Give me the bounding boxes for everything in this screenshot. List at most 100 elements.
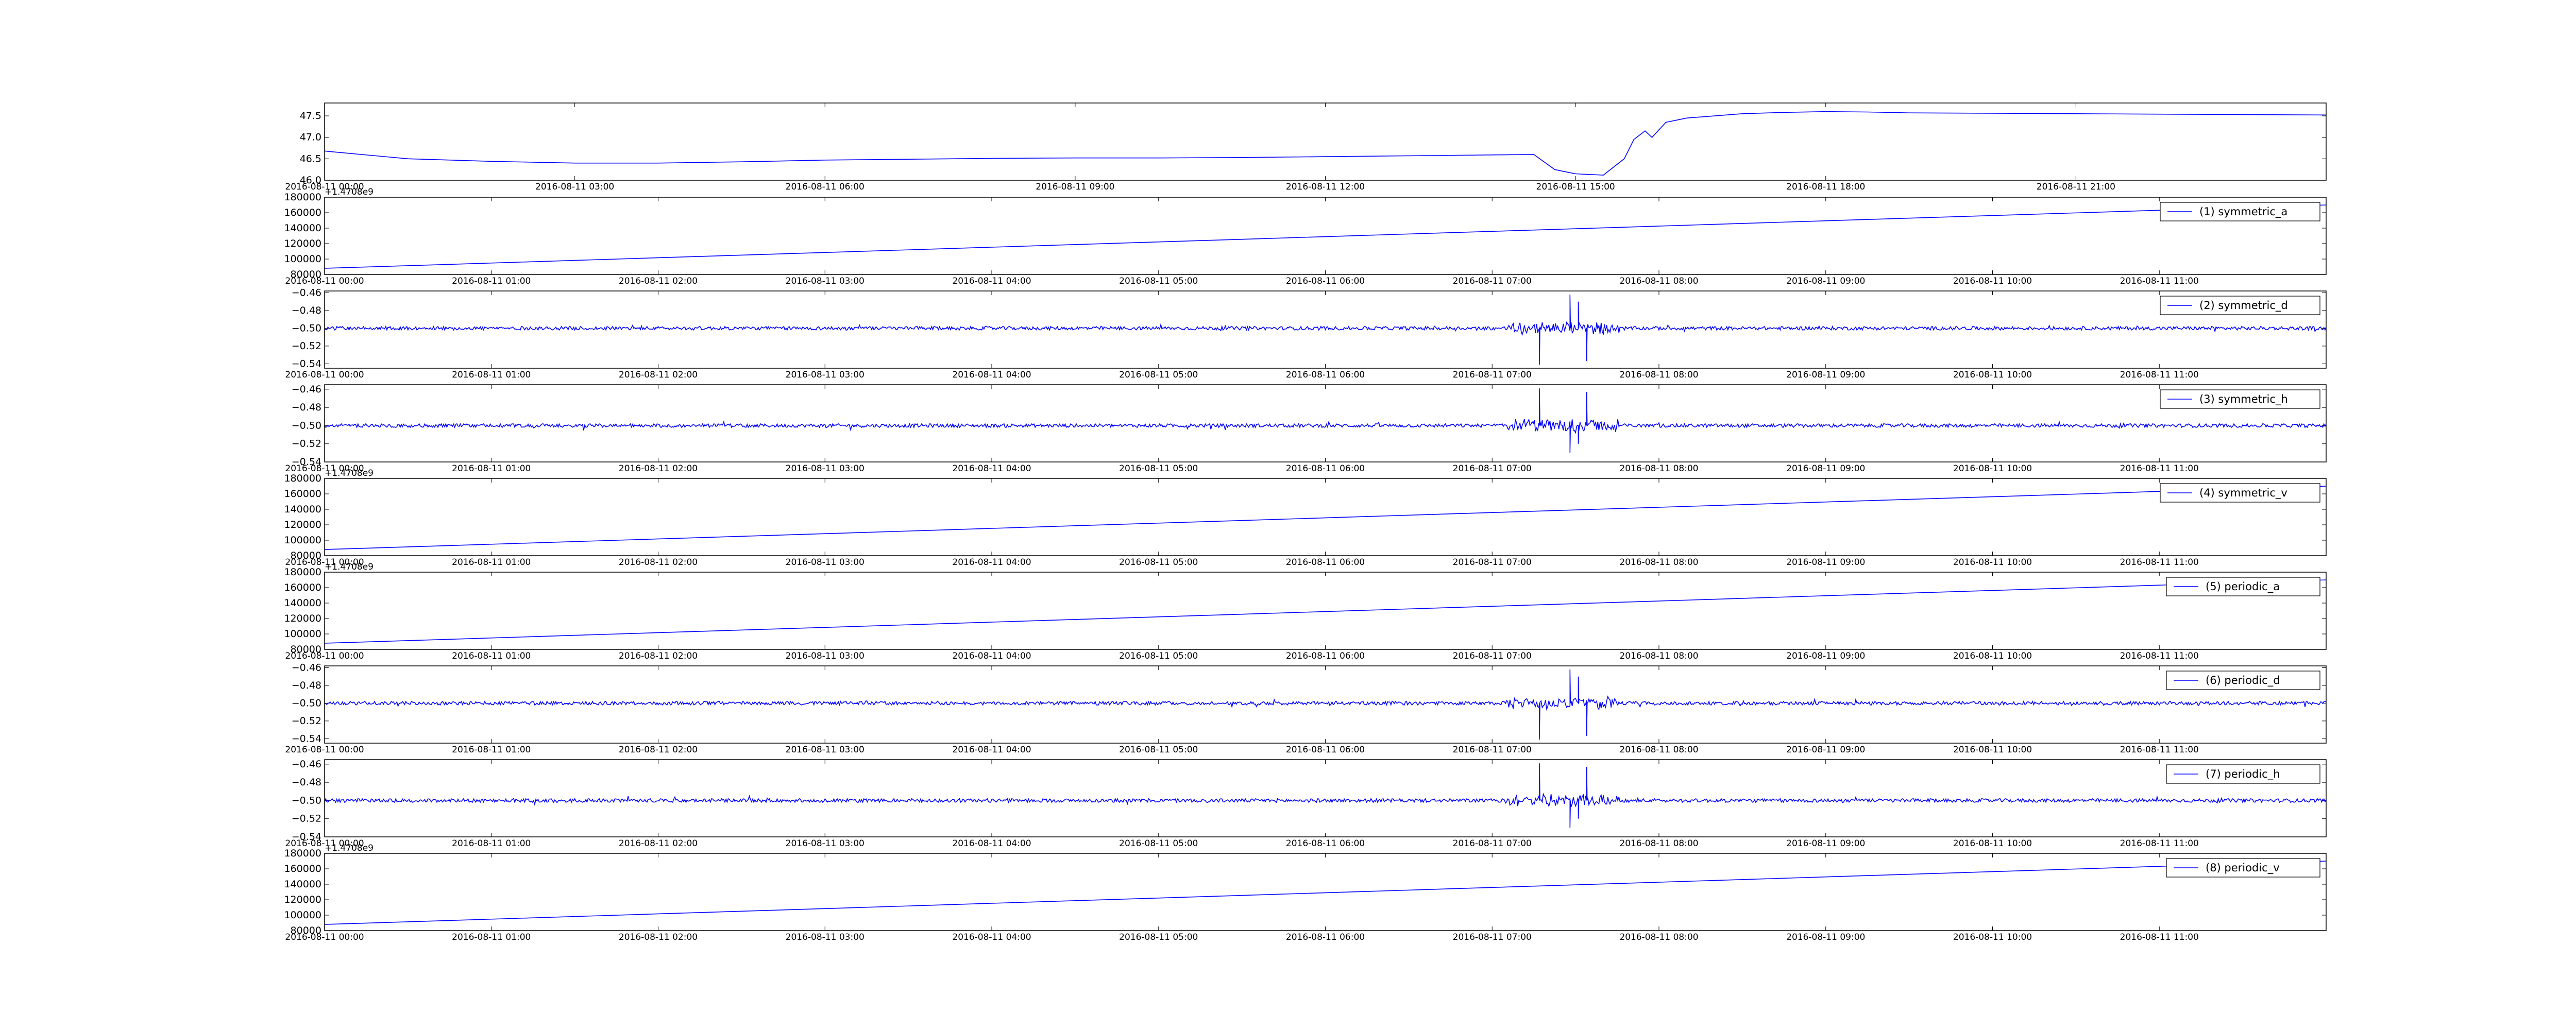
x-tick-label: 2016-08-11 01:00 xyxy=(452,745,531,755)
y-tick-label: 100000 xyxy=(284,628,321,640)
legend-label: (4) symmetric_v xyxy=(2199,487,2287,500)
x-tick-label: 2016-08-11 04:00 xyxy=(952,932,1031,942)
x-tick-label: 2016-08-11 02:00 xyxy=(619,838,698,849)
y-tick-label: 180000 xyxy=(284,473,321,484)
legend: (5) periodic_a xyxy=(2166,577,2320,596)
y-tick-label: 100000 xyxy=(284,535,321,546)
x-tick-label: 2016-08-11 01:00 xyxy=(452,838,531,849)
legend: (3) symmetric_h xyxy=(2160,389,2320,409)
x-tick-label: 2016-08-11 10:00 xyxy=(1953,464,2032,474)
series-line-1-symmetric-a xyxy=(325,204,2326,269)
x-tick-label: 2016-08-11 03:00 xyxy=(786,276,865,286)
y-tick-label: −0.50 xyxy=(292,322,321,334)
y-tick-label: 120000 xyxy=(284,894,321,905)
legend: (8) periodic_v xyxy=(2166,858,2320,878)
y-tick-label: −0.50 xyxy=(292,420,321,431)
y-tick-label: −0.46 xyxy=(292,662,321,673)
x-tick-label: 2016-08-11 08:00 xyxy=(1619,651,1698,661)
x-tick-label: 2016-08-11 06:00 xyxy=(1286,464,1365,474)
x-tick-label: 2016-08-11 06:00 xyxy=(1286,932,1365,942)
y-tick-label: −0.48 xyxy=(292,305,321,316)
x-tick-label: 2016-08-11 04:00 xyxy=(952,838,1031,849)
y-tick-label: −0.52 xyxy=(292,340,321,352)
y-tick-label: −0.48 xyxy=(292,680,321,691)
x-tick-label: 2016-08-11 03:00 xyxy=(786,370,865,380)
panel-2: 800001000001200001400001600001800002016-… xyxy=(284,187,2327,286)
y-tick-label: 160000 xyxy=(284,207,321,218)
x-tick-label: 2016-08-11 08:00 xyxy=(1619,557,1698,568)
legend: (1) symmetric_a xyxy=(2160,202,2320,221)
legend-label: (8) periodic_v xyxy=(2206,862,2280,874)
x-tick-label: 2016-08-11 06:00 xyxy=(1286,745,1365,755)
series-line-8-periodic-v xyxy=(325,861,2326,925)
legend: (2) symmetric_d xyxy=(2160,296,2320,315)
x-tick-label: 2016-08-11 05:00 xyxy=(1119,838,1198,849)
x-tick-label: 2016-08-11 08:00 xyxy=(1619,370,1698,380)
x-tick-label: 2016-08-11 04:00 xyxy=(952,745,1031,755)
x-tick-label: 2016-08-11 02:00 xyxy=(619,464,698,474)
y-tick-label: −0.48 xyxy=(292,402,321,413)
y-tick-label: 140000 xyxy=(284,222,321,234)
axes-frame xyxy=(324,853,2327,931)
x-tick-label: 2016-08-11 11:00 xyxy=(2120,557,2199,568)
legend-label: (1) symmetric_a xyxy=(2199,205,2287,218)
x-tick-label: 2016-08-11 07:00 xyxy=(1453,838,1532,849)
y-tick-label: 160000 xyxy=(284,863,321,874)
y-tick-label: −0.54 xyxy=(292,358,321,369)
x-tick-label: 2016-08-11 07:00 xyxy=(1453,276,1532,286)
x-tick-label: 2016-08-11 10:00 xyxy=(1953,651,2032,661)
series-line-6-periodic-d xyxy=(325,669,2326,740)
x-tick-label: 2016-08-11 04:00 xyxy=(952,370,1031,380)
x-tick-label: 2016-08-11 05:00 xyxy=(1119,651,1198,661)
x-tick-label: 2016-08-11 02:00 xyxy=(619,557,698,568)
x-tick-label: 2016-08-11 09:00 xyxy=(1786,651,1865,661)
x-tick-label: 2016-08-11 08:00 xyxy=(1619,745,1698,755)
x-tick-label: 2016-08-11 02:00 xyxy=(619,276,698,286)
legend-label: (5) periodic_a xyxy=(2206,580,2280,593)
x-tick-label: 2016-08-11 02:00 xyxy=(619,745,698,755)
series-line-7-periodic-h xyxy=(325,763,2326,828)
panel-9: 800001000001200001400001600001800002016-… xyxy=(284,843,2327,942)
y-tick-label: 160000 xyxy=(284,582,321,593)
x-tick-label: 2016-08-11 06:00 xyxy=(1286,838,1365,849)
x-tick-label: 2016-08-11 07:00 xyxy=(1453,557,1532,568)
axis-offset-label: +1.4708e9 xyxy=(325,843,374,853)
panel-6: 800001000001200001400001600001800002016-… xyxy=(284,562,2327,661)
y-tick-label: −0.52 xyxy=(292,715,321,727)
y-tick-label: −0.52 xyxy=(292,813,321,825)
x-tick-label: 2016-08-11 09:00 xyxy=(1786,745,1865,755)
x-tick-label: 2016-08-11 11:00 xyxy=(2120,276,2199,286)
x-tick-label: 2016-08-11 01:00 xyxy=(452,464,531,474)
y-tick-label: −0.52 xyxy=(292,438,321,450)
legend: (4) symmetric_v xyxy=(2160,483,2320,503)
x-tick-label: 2016-08-11 10:00 xyxy=(1953,276,2032,286)
x-tick-label: 2016-08-11 10:00 xyxy=(1953,557,2032,568)
x-tick-label: 2016-08-11 04:00 xyxy=(952,276,1031,286)
series-line-5-periodic-a xyxy=(325,579,2326,644)
x-tick-label: 2016-08-11 03:00 xyxy=(786,745,865,755)
x-tick-label: 2016-08-11 01:00 xyxy=(452,276,531,286)
y-tick-label: −0.54 xyxy=(292,733,321,744)
series-line-4-symmetric-v xyxy=(325,486,2326,550)
axes-frame xyxy=(324,478,2327,556)
legend-label: (7) periodic_h xyxy=(2206,768,2280,781)
x-tick-label: 2016-08-11 10:00 xyxy=(1953,932,2032,942)
x-tick-label: 2016-08-11 04:00 xyxy=(952,464,1031,474)
x-tick-label: 2016-08-11 06:00 xyxy=(786,182,865,192)
axes-frame xyxy=(324,572,2327,650)
panel-1: 46.046.547.047.52016-08-11 00:00 2016-08-… xyxy=(285,102,2327,192)
panel-8: −0.54−0.52−0.50−0.48−0.462016-08-11 00:0… xyxy=(285,759,2327,849)
x-tick-label: 2016-08-11 02:00 xyxy=(619,651,698,661)
x-tick-label: 2016-08-11 05:00 xyxy=(1119,370,1198,380)
x-tick-label: 2016-08-11 11:00 xyxy=(2120,838,2199,849)
axes-frame xyxy=(324,102,2327,181)
x-tick-label: 2016-08-11 08:00 xyxy=(1619,932,1698,942)
axis-offset-label: +1.4708e9 xyxy=(325,187,374,197)
x-tick-label: 2016-08-11 01:00 xyxy=(452,651,531,661)
x-tick-label: 2016-08-11 08:00 xyxy=(1619,464,1698,474)
x-tick-label: 2016-08-11 06:00 xyxy=(1286,651,1365,661)
series-line-panel-1 xyxy=(325,111,2326,176)
axes-frame xyxy=(324,759,2327,837)
y-tick-label: 46.5 xyxy=(300,153,321,164)
x-tick-label: 2016-08-11 01:00 xyxy=(452,370,531,380)
